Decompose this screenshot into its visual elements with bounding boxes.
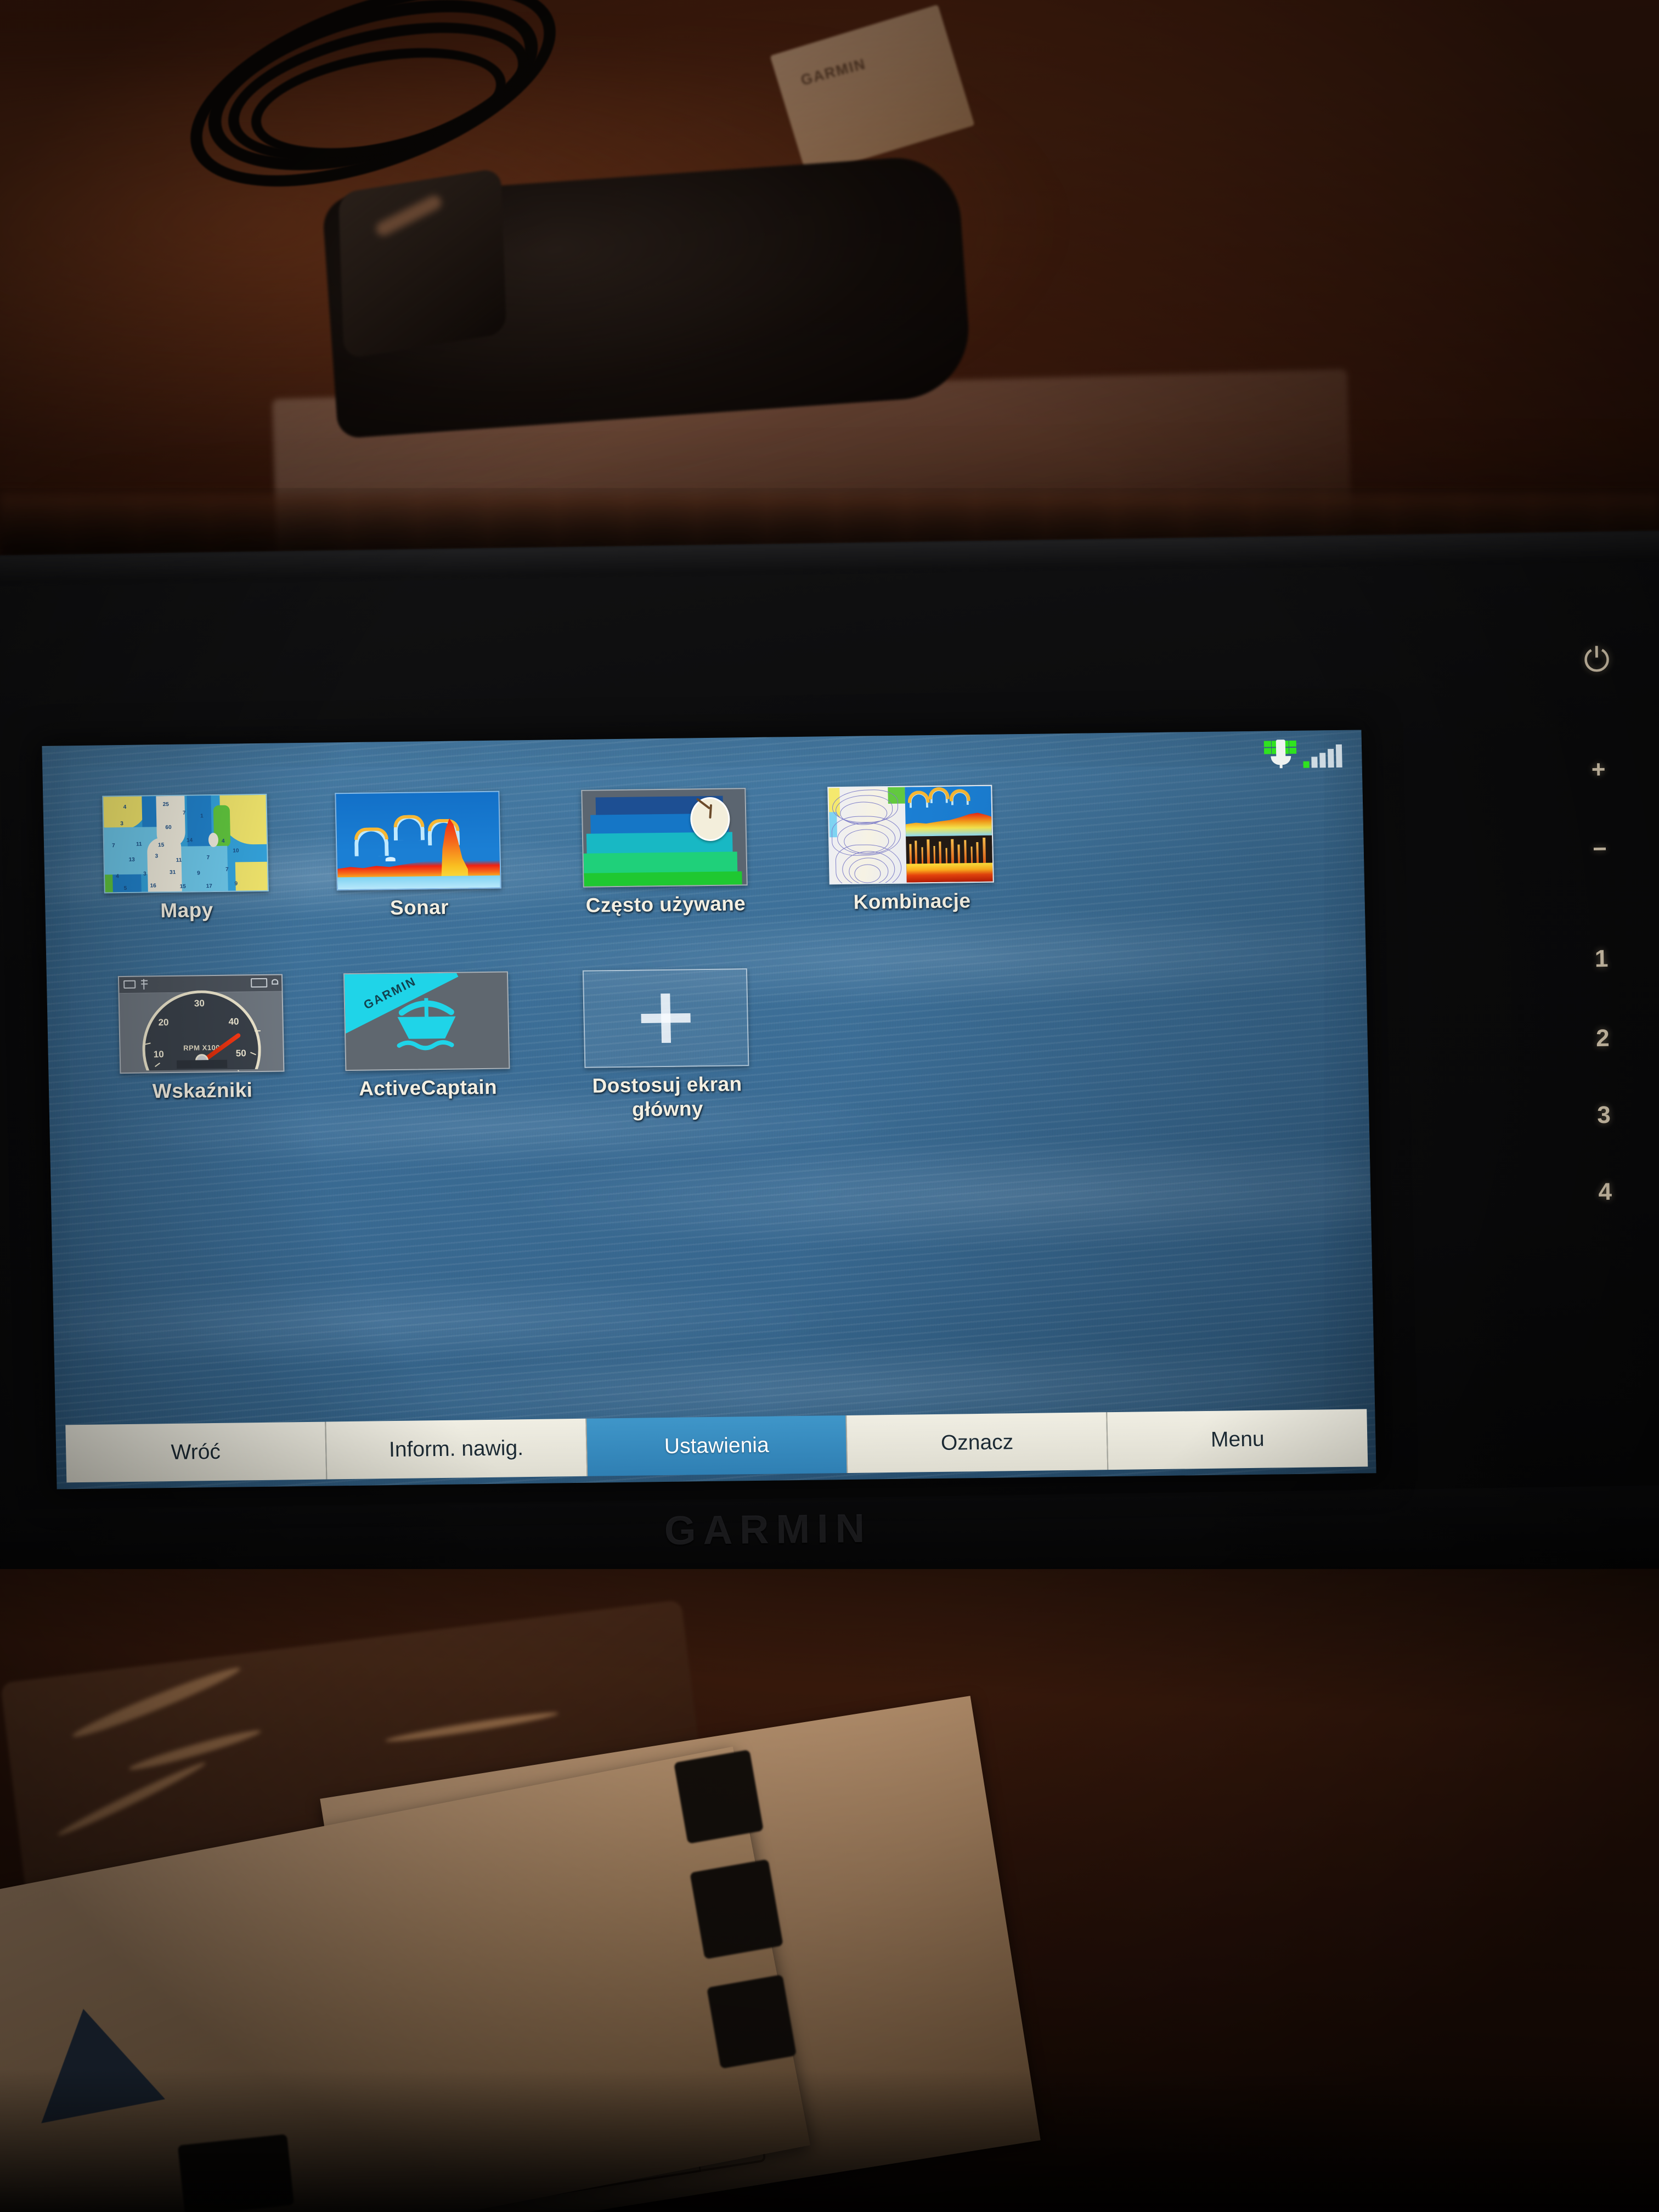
home-tile-sonar[interactable]: Sonar [335, 791, 502, 921]
recent-tile-icon [581, 788, 748, 888]
tile-label: Wskaźniki [152, 1079, 253, 1103]
tile-label: ActiveCaptain [358, 1075, 498, 1100]
preset-button-1[interactable]: 1 [1551, 935, 1651, 984]
home-tile-activecaptain[interactable]: GARMIN ActiveCaptain [330, 971, 525, 1125]
customize-home-tile [582, 968, 749, 1068]
home-tile-kombinacje[interactable]: Kombinacje [827, 785, 995, 915]
contour-chart-pane [828, 787, 907, 884]
status-bar [1263, 738, 1342, 769]
photo-scene: GARMIN GARMIN ⏻ + − 1 2 3 4 4 25 7 3 60 … [0, 0, 1659, 2212]
home-row-2: 10 20 30 40 50 RPM X100 Wskaźniki GARMIN… [47, 961, 1369, 1128]
tile-label: Dostosuj ekran główny [592, 1073, 742, 1121]
black-component [690, 1859, 783, 1960]
satellite-icon [1263, 738, 1299, 769]
zoom-in-button[interactable]: + [1549, 746, 1648, 794]
side-button-column: ⏻ + − 1 2 3 4 [1547, 636, 1657, 1345]
gauge-tick-40: 40 [228, 1016, 239, 1027]
charts-tile-icon: 4 25 7 3 60 1 7 11 15 14 4 13 3 11 7 10 … [102, 793, 269, 894]
sonar-tile-icon [335, 791, 501, 891]
plus-icon-vertical [661, 993, 672, 1043]
home-tile-wskazniki[interactable]: 10 20 30 40 50 RPM X100 Wskaźniki [117, 974, 286, 1128]
device-brand-logo: GARMIN [664, 1505, 872, 1554]
power-button[interactable]: ⏻ [1547, 636, 1646, 685]
softkey-wroc[interactable]: Wróć [65, 1421, 328, 1483]
gauge-tick-30: 30 [194, 998, 205, 1009]
black-component [674, 1749, 764, 1844]
home-tile-mapy[interactable]: 4 25 7 3 60 1 7 11 15 14 4 13 3 11 7 10 … [102, 793, 269, 924]
softkey-ustawienia[interactable]: Ustawienia [586, 1415, 848, 1476]
home-tile-grid: 4 25 7 3 60 1 7 11 15 14 4 13 3 11 7 10 … [43, 780, 1369, 1128]
black-component [707, 1974, 797, 2069]
zoom-out-button[interactable]: − [1550, 825, 1649, 874]
gauges-tile-icon: 10 20 30 40 50 RPM X100 [117, 974, 285, 1074]
preset-button-2[interactable]: 2 [1553, 1014, 1652, 1063]
gauge-tick-10: 10 [153, 1049, 164, 1060]
signal-bars-icon [1303, 744, 1342, 768]
boat-icon [397, 998, 456, 1051]
transducer-bracket [338, 167, 507, 359]
preset-button-3[interactable]: 3 [1554, 1091, 1654, 1140]
tile-label: Często używane [585, 892, 746, 917]
softkey-oznacz[interactable]: Oznacz [847, 1412, 1109, 1473]
gauge-tick-20: 20 [158, 1017, 169, 1028]
tile-label: Kombinacje [853, 889, 971, 913]
sonar-pane [905, 786, 992, 837]
softkey-menu[interactable]: Menu [1107, 1409, 1368, 1470]
soft-key-bar: Wróć Inform. nawig. Ustawienia Oznacz Me… [65, 1409, 1368, 1483]
tile-label: Sonar [390, 895, 449, 919]
gauge-tick-50: 50 [235, 1048, 246, 1059]
bottom-vignette [0, 2069, 1659, 2212]
chartplotter-screen: 4 25 7 3 60 1 7 11 15 14 4 13 3 11 7 10 … [42, 730, 1376, 1489]
combinations-tile-icon [827, 785, 994, 885]
downscan-pane [906, 836, 993, 883]
home-row-1: 4 25 7 3 60 1 7 11 15 14 4 13 3 11 7 10 … [43, 780, 1365, 924]
preset-button-4[interactable]: 4 [1555, 1168, 1655, 1217]
home-tile-czesto-uzywane[interactable]: Często używane [567, 788, 762, 918]
activecaptain-tile-icon: GARMIN [343, 971, 510, 1071]
tile-label: Mapy [160, 899, 214, 922]
home-tile-dostosuj-ekran-glowny[interactable]: Dostosuj ekran główny [569, 968, 764, 1122]
softkey-inform-nawig[interactable]: Inform. nawig. [326, 1418, 588, 1480]
